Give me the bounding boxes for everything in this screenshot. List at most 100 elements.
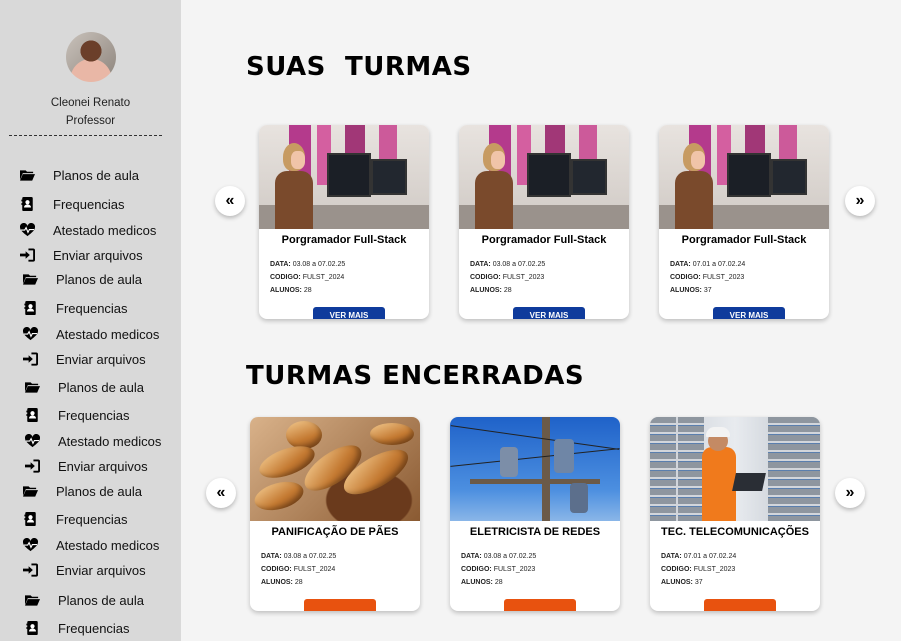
sidebar-item-label: Enviar arquivos: [58, 458, 148, 474]
sidebar-item-label: Frequencias: [56, 300, 128, 316]
card-date: DATA: 03.08 a 07.02.25: [270, 261, 346, 268]
sidebar: Cleonei Renato Professor Planos de aula F…: [0, 0, 181, 641]
carousel-next-button[interactable]: »: [845, 186, 875, 216]
ver-mais-button[interactable]: VER MAIS: [513, 307, 585, 319]
avatar[interactable]: [66, 32, 116, 82]
card-students: ALUNOS: 37: [661, 579, 703, 586]
card-date: DATA: 03.08 a 07.02.25: [470, 261, 546, 268]
carousel-prev-button[interactable]: «: [215, 186, 245, 216]
sidebar-item-frequencias[interactable]: Frequencias: [25, 405, 130, 425]
sidebar-item-frequencias[interactable]: Frequencias: [23, 298, 128, 318]
contact-book-icon: [25, 408, 40, 422]
sidebar-item-label: Atestado medicos: [53, 222, 157, 238]
sidebar-item-planos-de-aula[interactable]: Planos de aula: [25, 590, 144, 610]
card-date: DATA: 07.01 a 07.02.24: [661, 553, 737, 560]
sidebar-item-frequencias[interactable]: Frequencias: [20, 194, 125, 214]
card-code: CODIGO: FULST_2023: [670, 274, 745, 281]
closed-class-card[interactable]: ELETRICISTA DE REDES DATA: 03.08 a 07.02…: [450, 417, 620, 611]
sidebar-item-label: Enviar arquivos: [56, 351, 146, 367]
card-code: CODIGO: FULST_2024: [270, 274, 345, 281]
sign-in-arrow-icon: [23, 563, 38, 577]
carousel-next-button[interactable]: »: [835, 478, 865, 508]
sidebar-item-label: Planos de aula: [58, 379, 145, 395]
sidebar-item-planos-de-aula[interactable]: Planos de aula: [20, 165, 139, 185]
section-title-suas-turmas: SUAS TURMAS: [246, 52, 472, 82]
folder-open-icon: [25, 380, 40, 394]
sidebar-item-enviar-arquivos[interactable]: Enviar arquivos: [20, 245, 143, 265]
contact-book-icon: [23, 512, 38, 526]
card-code: CODIGO: FULST_2023: [661, 566, 736, 573]
sidebar-item-enviar-arquivos[interactable]: Enviar arquivos: [23, 560, 146, 580]
class-card[interactable]: Porgramador Full-Stack DATA: 03.08 a 07.…: [259, 125, 429, 319]
sidebar-item-frequencias[interactable]: Frequencias: [23, 509, 128, 529]
sidebar-item-atestado-medicos[interactable]: Atestado medicos: [25, 431, 161, 451]
action-button[interactable]: [504, 599, 576, 611]
section-title-turmas-encerradas: TURMAS ENCERRADAS: [246, 361, 585, 391]
class-card[interactable]: Porgramador Full-Stack DATA: 03.08 a 07.…: [459, 125, 629, 319]
heartbeat-icon: [20, 223, 35, 237]
card-title: Porgramador Full-Stack: [281, 234, 407, 246]
sidebar-item-planos-de-aula[interactable]: Planos de aula: [23, 481, 142, 501]
contact-book-icon: [20, 197, 35, 211]
card-students: ALUNOS: 28: [261, 579, 303, 586]
folder-open-icon: [25, 593, 40, 607]
sign-in-arrow-icon: [23, 352, 38, 366]
sidebar-item-atestado-medicos[interactable]: Atestado medicos: [23, 324, 159, 344]
sidebar-item-planos-de-aula[interactable]: Planos de aula: [25, 377, 144, 397]
sidebar-item-atestado-medicos[interactable]: Atestado medicos: [23, 535, 159, 555]
action-button[interactable]: [304, 599, 376, 611]
sidebar-item-label: Planos de aula: [58, 592, 145, 608]
sidebar-item-enviar-arquivos[interactable]: Enviar arquivos: [23, 349, 146, 369]
card-title: ELETRICISTA DE REDES: [469, 526, 601, 538]
class-photo: [259, 125, 429, 229]
sidebar-item-label: Planos de aula: [53, 167, 140, 183]
sidebar-item-label: Planos de aula: [56, 483, 143, 499]
closed-class-card[interactable]: PANIFICAÇÃO DE PÃES DATA: 03.08 a 07.02.…: [250, 417, 420, 611]
card-students: ALUNOS: 37: [670, 287, 712, 294]
card-title: PANIFICAÇÃO DE PÃES: [271, 526, 399, 538]
carousel-prev-button[interactable]: «: [206, 478, 236, 508]
sidebar-item-label: Atestado medicos: [58, 433, 162, 449]
sidebar-item-label: Enviar arquivos: [53, 247, 143, 263]
card-students: ALUNOS: 28: [270, 287, 312, 294]
sidebar-item-enviar-arquivos[interactable]: Enviar arquivos: [25, 456, 148, 476]
ver-mais-button[interactable]: VER MAIS: [713, 307, 785, 319]
sign-in-arrow-icon: [20, 248, 35, 262]
card-code: CODIGO: FULST_2024: [261, 566, 336, 573]
sidebar-item-label: Frequencias: [56, 511, 128, 527]
sidebar-item-atestado-medicos[interactable]: Atestado medicos: [20, 220, 156, 240]
sidebar-item-label: Planos de aula: [56, 271, 143, 287]
sidebar-item-label: Frequencias: [58, 620, 130, 636]
folder-open-icon: [23, 484, 38, 498]
card-code: CODIGO: FULST_2023: [470, 274, 545, 281]
class-photo: [650, 417, 820, 521]
divider: [9, 135, 162, 136]
sidebar-item-label: Frequencias: [58, 407, 130, 423]
heartbeat-icon: [23, 538, 38, 552]
sign-in-arrow-icon: [25, 459, 40, 473]
folder-open-icon: [20, 168, 35, 182]
card-date: DATA: 03.08 a 07.02.25: [461, 553, 537, 560]
sidebar-item-label: Enviar arquivos: [56, 562, 146, 578]
card-date: DATA: 07.01 a 07.02.24: [670, 261, 746, 268]
sidebar-item-label: Atestado medicos: [56, 326, 160, 342]
closed-class-card[interactable]: TEC. TELECOMUNICAÇÕES DATA: 07.01 a 07.0…: [650, 417, 820, 611]
card-code: CODIGO: FULST_2023: [461, 566, 536, 573]
card-students: ALUNOS: 28: [470, 287, 512, 294]
card-students: ALUNOS: 28: [461, 579, 503, 586]
ver-mais-button[interactable]: VER MAIS: [313, 307, 385, 319]
heartbeat-icon: [25, 434, 40, 448]
contact-book-icon: [25, 621, 40, 635]
heartbeat-icon: [23, 327, 38, 341]
card-date: DATA: 03.08 a 07.02.25: [261, 553, 337, 560]
sidebar-item-label: Frequencias: [53, 196, 125, 212]
class-photo: [459, 125, 629, 229]
sidebar-item-planos-de-aula[interactable]: Planos de aula: [23, 269, 142, 289]
action-button[interactable]: [704, 599, 776, 611]
class-card[interactable]: Porgramador Full-Stack DATA: 07.01 a 07.…: [659, 125, 829, 319]
folder-open-icon: [23, 272, 38, 286]
user-role: Professor: [65, 115, 116, 127]
class-photo: [659, 125, 829, 229]
contact-book-icon: [23, 301, 38, 315]
sidebar-item-frequencias[interactable]: Frequencias: [25, 618, 130, 638]
